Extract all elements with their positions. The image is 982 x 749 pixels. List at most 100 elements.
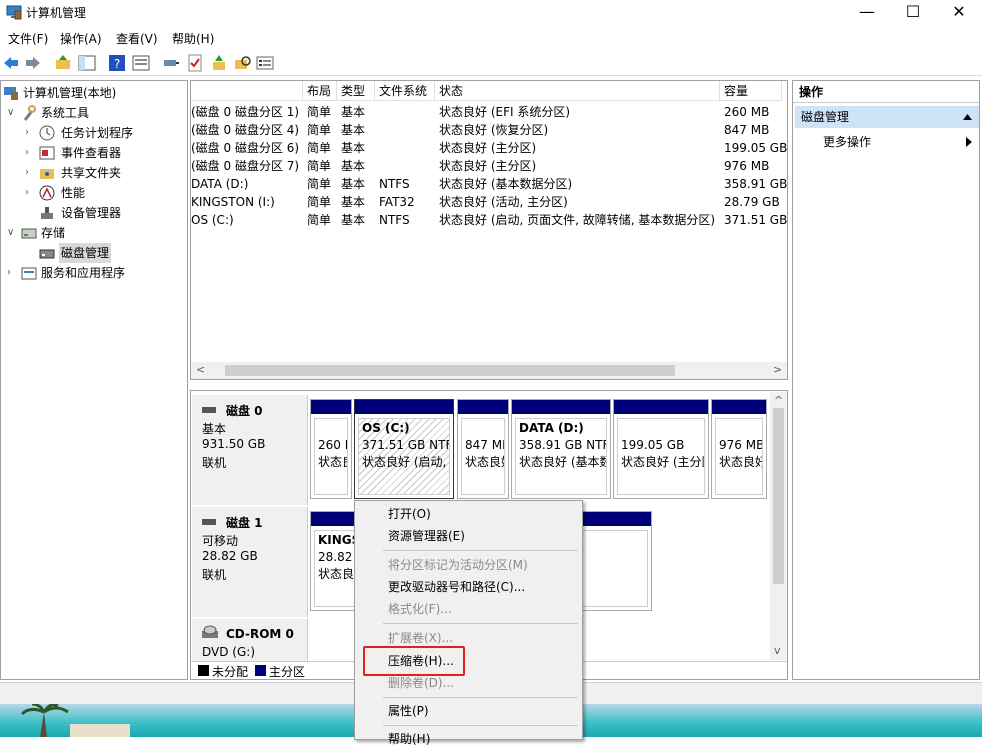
actions-pane: 操作 磁盘管理 更多操作	[792, 80, 980, 680]
ctx-help[interactable]: 帮助(H)	[388, 729, 430, 749]
options-icon[interactable]	[256, 54, 274, 72]
volume-cell-volume[interactable]: (磁盘 0 磁盘分区 6)	[191, 139, 299, 157]
event-viewer-icon	[39, 146, 55, 160]
forward-arrow-icon[interactable]	[24, 54, 42, 72]
vertical-scroll-thumb[interactable]	[773, 408, 784, 584]
partition-disk0-primary-199gb[interactable]: 199.05 GB 状态良好 (主分区	[613, 399, 709, 499]
ctx-properties[interactable]: 属性(P)	[388, 701, 429, 721]
volume-cell-layout: 简单	[307, 105, 332, 119]
services-icon	[21, 267, 37, 280]
volume-cell-type: 基本	[341, 141, 366, 155]
up-folder-icon[interactable]	[54, 54, 72, 72]
volume-cell-layout: 简单	[307, 123, 332, 137]
volume-cell-type: 基本	[341, 105, 366, 119]
scroll-left-icon[interactable]: <	[196, 363, 205, 376]
column-header-status[interactable]: 状态	[435, 81, 720, 101]
ctx-format[interactable]: 格式化(F)...	[388, 599, 452, 619]
import-icon[interactable]	[210, 54, 228, 72]
ctx-extend-volume[interactable]: 扩展卷(X)...	[388, 628, 453, 648]
column-header-type[interactable]: 类型	[337, 81, 375, 101]
volume-list: 布局 类型 文件系统 状态 容量 (磁盘 0 磁盘分区 1) 简单 基本 状态良好 (…	[190, 80, 788, 380]
checklist-icon[interactable]	[186, 54, 204, 72]
window-title: 计算机管理	[26, 6, 87, 20]
properties-view-icon[interactable]	[132, 54, 150, 72]
volume-cell-volume[interactable]: DATA (D:)	[191, 175, 248, 193]
volume-cell-filesystem: NTFS	[379, 213, 410, 227]
palm-tree-image	[20, 704, 130, 737]
scroll-down-icon[interactable]: v	[774, 644, 781, 657]
volume-cell-type: 基本	[341, 159, 366, 173]
menu-action[interactable]: 操作(A)	[60, 30, 102, 47]
vertical-scrollbar[interactable]: ^ v	[770, 392, 787, 660]
ctx-open[interactable]: 打开(O)	[388, 504, 431, 524]
expand-icon[interactable]: ›	[25, 143, 35, 163]
maximize-button[interactable]: ☐	[890, 0, 936, 26]
volume-cell-volume[interactable]: (磁盘 0 磁盘分区 7)	[191, 157, 299, 175]
close-button[interactable]: ✕	[936, 0, 982, 26]
menu-file[interactable]: 文件(F)	[8, 30, 48, 47]
ctx-separator	[383, 697, 578, 698]
volume-cell-capacity: 976 MB	[724, 159, 770, 173]
menu-view[interactable]: 查看(V)	[116, 30, 158, 47]
shrink-volume-highlight-box	[363, 646, 465, 676]
actions-section-disk-management[interactable]: 磁盘管理	[795, 106, 979, 128]
expand-icon[interactable]: ›	[25, 163, 35, 183]
submenu-arrow-icon[interactable]	[966, 137, 972, 147]
horizontal-scrollbar[interactable]: < >	[191, 362, 787, 379]
ctx-mark-active[interactable]: 将分区标记为活动分区(M)	[388, 555, 528, 575]
volume-cell-filesystem: NTFS	[379, 177, 410, 191]
horizontal-scroll-thumb[interactable]	[225, 365, 675, 376]
partition-disk0-efi[interactable]: 260 MB状态良好	[310, 399, 352, 499]
context-menu: 打开(O) 资源管理器(E) 将分区标记为活动分区(M) 更改驱动器号和路径(C…	[354, 500, 583, 746]
menu-help[interactable]: 帮助(H)	[172, 30, 214, 47]
device-manager-icon	[41, 207, 53, 219]
volume-cell-type: 基本	[341, 177, 366, 191]
column-header-capacity[interactable]: 容量	[720, 81, 782, 101]
volume-cell-status: 状态良好 (启动, 页面文件, 故障转储, 基本数据分区)	[439, 213, 716, 227]
volume-cell-volume[interactable]: KINGSTON (I:)	[191, 193, 275, 211]
minimize-button[interactable]: —	[844, 0, 890, 26]
collapse-icon[interactable]: ∨	[7, 223, 17, 243]
expand-icon[interactable]: ›	[25, 183, 35, 203]
collapse-icon[interactable]: ∨	[7, 103, 17, 123]
volume-cell-type: 基本	[341, 213, 366, 227]
column-header-layout[interactable]: 布局	[303, 81, 337, 101]
scroll-right-icon[interactable]: >	[773, 363, 782, 376]
partition-disk0-primary-976mb[interactable]: 976 MB 状态良好	[711, 399, 767, 499]
partition-disk0-os-c[interactable]: OS (C:) 371.51 GB NTFS 状态良好 (启动,	[354, 399, 454, 499]
more-actions[interactable]: 更多操作	[823, 132, 871, 152]
show-tree-icon[interactable]	[78, 54, 96, 72]
computer-management-icon	[6, 5, 22, 20]
ctx-separator	[383, 623, 578, 624]
partition-disk0-recovery[interactable]: 847 MB状态良好	[457, 399, 509, 499]
expand-icon[interactable]: ›	[25, 123, 35, 143]
ctx-explorer[interactable]: 资源管理器(E)	[388, 526, 465, 546]
cdrom-icon	[202, 625, 218, 638]
legend-primary: 主分区	[269, 665, 306, 679]
disk-1-label[interactable]: 磁盘 1 可移动 28.82 GB 联机	[192, 507, 308, 617]
column-header-filesystem[interactable]: 文件系统	[375, 81, 435, 101]
volume-cell-capacity: 358.91 GB	[724, 177, 788, 191]
expand-icon[interactable]: ›	[7, 263, 17, 283]
volume-cell-volume[interactable]: (磁盘 0 磁盘分区 1)	[191, 103, 299, 121]
tools-icon	[24, 105, 36, 121]
help-icon[interactable]: ?	[108, 54, 126, 72]
computer-management-icon	[4, 87, 18, 100]
scroll-up-icon[interactable]: ^	[774, 394, 783, 407]
connect-icon[interactable]	[162, 54, 180, 72]
volume-cell-capacity: 28.79 GB	[724, 195, 780, 209]
collapse-up-icon[interactable]	[963, 114, 972, 120]
volume-cell-volume[interactable]: (磁盘 0 磁盘分区 4)	[191, 121, 299, 139]
ctx-delete-volume[interactable]: 删除卷(D)...	[388, 673, 454, 693]
column-header-volume[interactable]	[191, 81, 303, 101]
search-folder-icon[interactable]	[234, 54, 252, 72]
disk-0-label[interactable]: 磁盘 0 基本 931.50 GB 联机	[192, 395, 308, 505]
ctx-change-drive-letter[interactable]: 更改驱动器号和路径(C)...	[388, 577, 525, 597]
ctx-separator	[383, 725, 578, 726]
svg-text:?: ?	[114, 57, 120, 71]
unallocated-swatch	[198, 665, 209, 676]
disk-drive-icon	[202, 519, 216, 525]
volume-cell-volume[interactable]: OS (C:)	[191, 211, 234, 229]
back-arrow-icon[interactable]	[2, 54, 20, 72]
partition-disk0-data-d[interactable]: DATA (D:) 358.91 GB NTFS 状态良好 (基本数	[511, 399, 611, 499]
